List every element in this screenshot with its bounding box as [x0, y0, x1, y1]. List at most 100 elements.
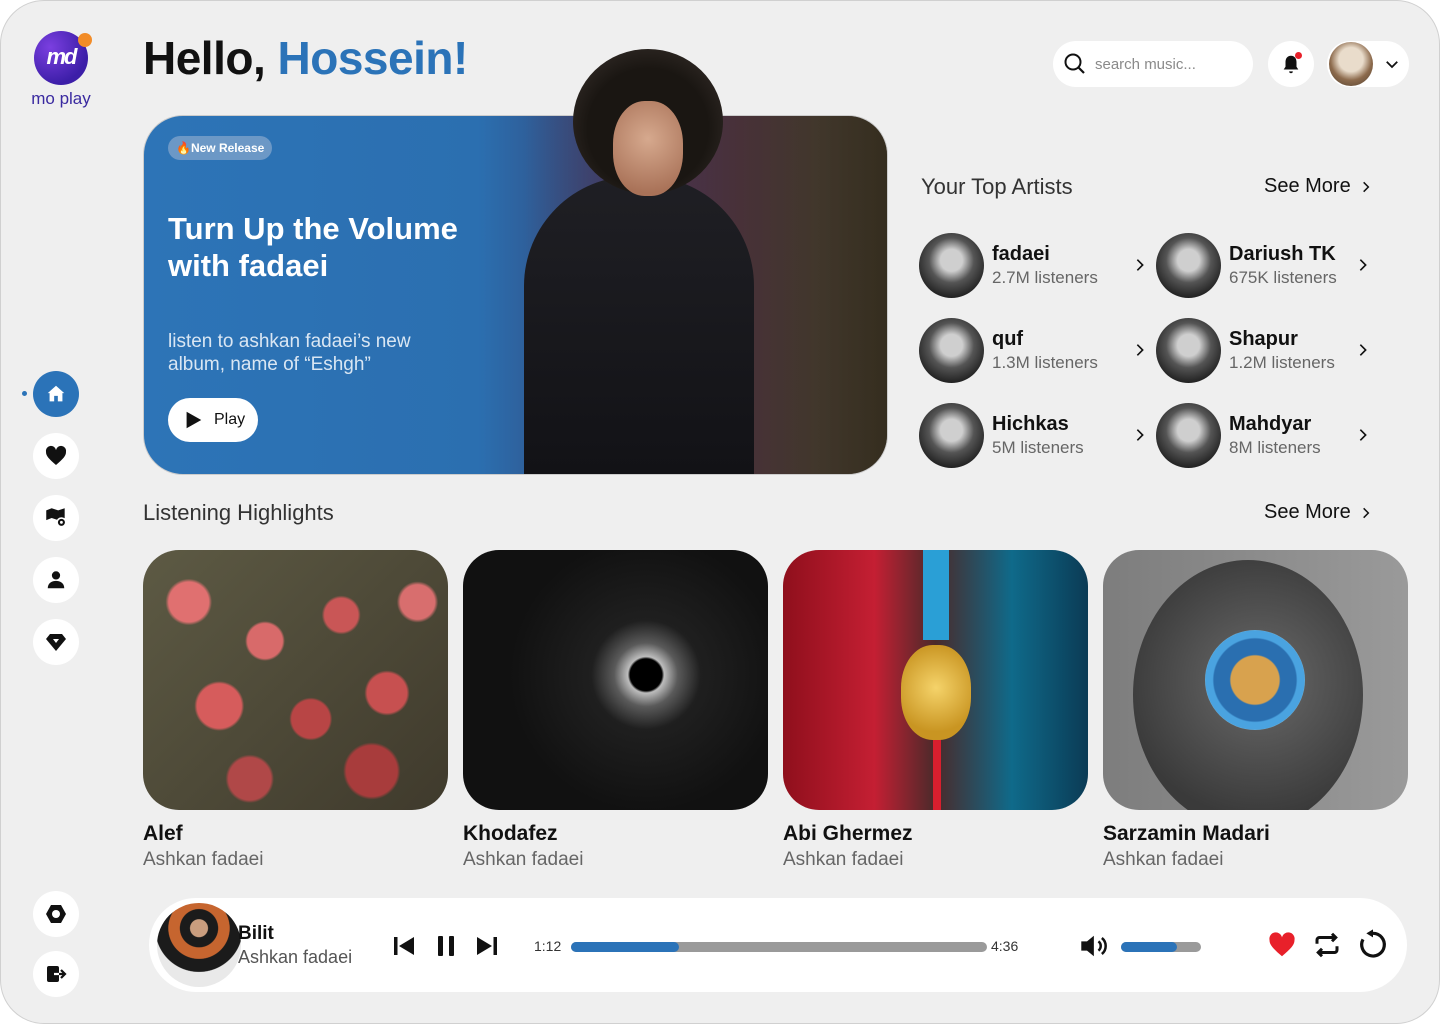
- artist-item[interactable]: quf 1.3M listeners: [919, 318, 1156, 383]
- next-icon[interactable]: [474, 934, 500, 958]
- logo-text: mo play: [31, 89, 91, 108]
- artist-avatar: [1156, 318, 1221, 383]
- album-artist: Ashkan fadaei: [463, 849, 584, 870]
- sidebar-item-explore[interactable]: [33, 495, 79, 541]
- album-cover: [783, 550, 1088, 810]
- profile-menu[interactable]: [1327, 41, 1409, 87]
- chevron-right-icon: [1359, 344, 1367, 356]
- settings-button[interactable]: [33, 891, 79, 937]
- chevron-right-icon: [1136, 344, 1144, 356]
- album-artist: Ashkan fadaei: [1103, 849, 1224, 870]
- album-card[interactable]: Abi Ghermez Ashkan fadaei: [783, 550, 1088, 871]
- artist-item[interactable]: Hichkas 5M listeners: [919, 403, 1156, 468]
- progress-fill: [571, 942, 680, 952]
- artist-avatar: [919, 318, 984, 383]
- artist-item[interactable]: Mahdyar 8M listeners: [1156, 403, 1379, 468]
- total-time: 4:36: [991, 938, 1019, 954]
- artist-name: Shapur: [1229, 328, 1298, 350]
- album-card[interactable]: Sarzamin Madari Ashkan fadaei: [1103, 550, 1408, 871]
- artist-listeners: 5M listeners: [992, 438, 1084, 457]
- artist-listeners: 8M listeners: [1229, 438, 1321, 457]
- play-icon: [186, 411, 202, 429]
- artist-item[interactable]: Shapur 1.2M listeners: [1156, 318, 1379, 383]
- sidebar-item-home[interactable]: [22, 371, 79, 417]
- artist-avatar: [1156, 403, 1221, 468]
- notifications-button[interactable]: [1268, 41, 1314, 87]
- hero-title: Turn Up the Volume with fadaei: [168, 211, 458, 283]
- new-release-badge: 🔥New Release: [168, 136, 273, 160]
- now-playing-bar: Bilit Ashkan fadaei 1:12 4:36: [149, 898, 1407, 992]
- chevron-down-icon: [1386, 61, 1398, 69]
- artist-listeners: 1.3M listeners: [992, 353, 1098, 372]
- chevron-right-icon: [1362, 181, 1370, 192]
- album-cover: [463, 550, 768, 810]
- volume-fill: [1121, 942, 1177, 952]
- artist-name: Mahdyar: [1229, 413, 1312, 435]
- progress-bar[interactable]: [571, 942, 987, 952]
- volume-slider[interactable]: [1121, 942, 1201, 952]
- greeting-text: Hello,: [143, 32, 266, 84]
- chevron-right-icon: [1136, 259, 1144, 271]
- highlights-list: Alef Ashkan fadaei Khodafez Ashkan fadae…: [143, 550, 1408, 871]
- now-playing-title: Bilit: [238, 923, 274, 944]
- sidebar-item-premium[interactable]: [33, 619, 79, 665]
- hero-subtitle: listen to ashkan fadaei’s new album, nam…: [168, 331, 411, 375]
- artist-name: Dariush TK: [1229, 243, 1336, 265]
- artist-name: quf: [992, 328, 1024, 350]
- logout-icon: [47, 966, 67, 982]
- search-input[interactable]: [1095, 55, 1245, 73]
- diamond-icon: [46, 634, 66, 651]
- album-artist: Ashkan fadaei: [143, 849, 264, 870]
- top-artists-list: fadaei 2.7M listeners Dariush TK 675K list…: [919, 233, 1379, 468]
- top-artists-see-more[interactable]: See More: [1264, 175, 1373, 198]
- pause-icon[interactable]: [434, 934, 458, 958]
- search-box[interactable]: [1053, 41, 1253, 87]
- album-card[interactable]: Khodafez Ashkan fadaei: [463, 550, 768, 871]
- volume-icon[interactable]: [1079, 932, 1111, 960]
- like-heart-icon[interactable]: [1266, 930, 1298, 960]
- artist-item[interactable]: fadaei 2.7M listeners: [919, 233, 1156, 298]
- logo[interactable]: md mo play: [25, 31, 97, 109]
- artist-avatar: [919, 233, 984, 298]
- user-icon: [47, 571, 65, 589]
- artist-listeners: 675K listeners: [1229, 268, 1337, 287]
- logo-mark: md: [34, 31, 92, 85]
- artist-listeners: 2.7M listeners: [992, 268, 1098, 287]
- map-pin-icon: [46, 508, 67, 528]
- sidebar-nav: [22, 371, 79, 665]
- album-title: Alef: [143, 822, 183, 845]
- app-window: md mo play Hello, Hossein! search music.…: [0, 0, 1440, 1024]
- repeat-icon[interactable]: [1311, 930, 1343, 960]
- artist-name: Hichkas: [992, 413, 1069, 435]
- artist-item[interactable]: Dariush TK 675K listeners: [1156, 233, 1379, 298]
- album-artist: Ashkan fadaei: [783, 849, 904, 870]
- replay-icon[interactable]: [1357, 928, 1389, 960]
- album-card[interactable]: Alef Ashkan fadaei: [143, 550, 448, 871]
- chevron-right-icon: [1359, 259, 1367, 271]
- now-playing-artist: Ashkan fadaei: [238, 947, 353, 967]
- sidebar-bottom: [33, 891, 79, 997]
- hero-play-button[interactable]: Play: [168, 398, 258, 442]
- settings-icon: [46, 905, 66, 923]
- artist-name: fadaei: [992, 243, 1050, 265]
- home-icon: [47, 385, 65, 402]
- sidebar-item-favorites[interactable]: [33, 433, 79, 479]
- hero-banner[interactable]: 🔥New Release Turn Up the Volume with fad…: [143, 115, 888, 475]
- chevron-right-icon: [1359, 429, 1367, 441]
- artist-avatar: [919, 403, 984, 468]
- hero-artist-face: [613, 101, 683, 196]
- album-title: Sarzamin Madari: [1103, 822, 1270, 845]
- sidebar-item-profile[interactable]: [33, 557, 79, 603]
- highlights-see-more[interactable]: See More: [1264, 501, 1373, 524]
- hero-artist-image: [524, 176, 754, 474]
- play-label: Play: [214, 411, 246, 428]
- highlights-title: Listening Highlights: [143, 500, 334, 525]
- album-cover: [1103, 550, 1408, 810]
- logout-button[interactable]: [33, 951, 79, 997]
- previous-icon[interactable]: [391, 934, 417, 958]
- now-playing-cover: [157, 903, 241, 987]
- page-title: Hello, Hossein!: [143, 31, 468, 85]
- elapsed-time: 1:12: [534, 938, 562, 954]
- album-cover: [143, 550, 448, 810]
- artist-avatar: [1156, 233, 1221, 298]
